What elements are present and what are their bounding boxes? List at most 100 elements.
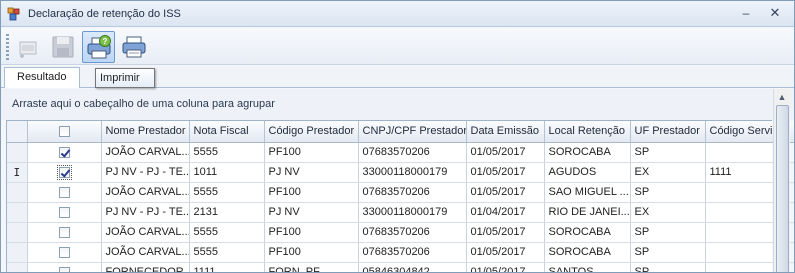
cell-codigo-prestador[interactable]: FORN_PF	[264, 262, 359, 272]
cell-local-retencao[interactable]: AGUDOS	[544, 162, 631, 183]
row-checkbox[interactable]	[58, 206, 70, 218]
app-icon	[7, 7, 21, 21]
table-row[interactable]: JOÃO CARVAL... 5555 PF100 07683570206 01/05/…	[7, 242, 794, 263]
cell-cnpj-cpf-prestador[interactable]: 33000118000179	[358, 202, 467, 223]
cell-local-retencao[interactable]: SOROCABA	[544, 222, 631, 243]
vertical-scrollbar[interactable]: ▲	[773, 89, 790, 272]
cell-local-retencao[interactable]: RIO DE JANEI...	[544, 202, 631, 223]
cell-nome-prestador[interactable]: JOÃO CARVAL...	[101, 222, 190, 243]
save-button[interactable]	[47, 31, 80, 63]
table-row[interactable]: FORNECEDOR... 1111 FORN_PF 05846304842 01/05…	[7, 262, 794, 272]
cell-local-retencao[interactable]: SAO MIGUEL ...	[544, 182, 631, 203]
scroll-thumb[interactable]	[776, 105, 789, 272]
column-header-data-emissao[interactable]: Data Emissão	[466, 121, 545, 143]
row-indicator[interactable]	[7, 182, 28, 203]
row-indicator[interactable]: I	[7, 162, 28, 183]
cell-data-emissao[interactable]: 01/05/2017	[466, 182, 545, 203]
cell-nota-fiscal[interactable]: 1111	[189, 262, 265, 272]
cell-local-retencao[interactable]: SOROCABA	[544, 242, 631, 263]
table-row[interactable]: PJ NV - PJ - TE... 2131 PJ NV 3300011800017…	[7, 202, 794, 223]
column-header-cnpj-cpf-prestador[interactable]: CNPJ/CPF Prestador	[358, 121, 467, 143]
cell-cnpj-cpf-prestador[interactable]: 07683570206	[358, 242, 467, 263]
tab-resultado[interactable]: Resultado	[4, 67, 80, 88]
cell-nota-fiscal[interactable]: 5555	[189, 222, 265, 243]
cell-nome-prestador[interactable]: FORNECEDOR...	[101, 262, 190, 272]
row-checkbox[interactable]	[58, 266, 70, 272]
cell-data-emissao[interactable]: 01/05/2017	[466, 222, 545, 243]
cell-nota-fiscal[interactable]: 5555	[189, 142, 265, 163]
cell-nome-prestador[interactable]: JOÃO CARVAL...	[101, 242, 190, 263]
scroll-up-arrow-icon[interactable]: ▲	[774, 89, 790, 105]
cell-local-retencao[interactable]: SOROCABA	[544, 142, 631, 163]
close-button[interactable]: ✕	[766, 5, 784, 21]
row-indicator[interactable]	[7, 142, 28, 163]
cell-uf-prestador[interactable]: SP	[630, 222, 706, 243]
table-row[interactable]: JOÃO CARVAL... 5555 PF100 07683570206 01/05/…	[7, 142, 794, 163]
row-select-cell[interactable]	[27, 142, 102, 163]
select-all-checkbox-header[interactable]	[27, 121, 102, 143]
cell-nota-fiscal[interactable]: 5555	[189, 182, 265, 203]
cell-nome-prestador[interactable]: JOÃO CARVAL...	[101, 142, 190, 163]
cell-data-emissao[interactable]: 01/05/2017	[466, 142, 545, 163]
cell-local-retencao[interactable]: SANTOS	[544, 262, 631, 272]
cell-codigo-prestador[interactable]: PJ NV	[264, 202, 359, 223]
row-checkbox[interactable]	[58, 146, 70, 158]
table-row[interactable]: JOÃO CARVAL... 5555 PF100 07683570206 01/05/…	[7, 222, 794, 243]
table-row[interactable]: I PJ NV - PJ - TE... 1011 PJ NV 330001180001…	[7, 162, 794, 183]
row-indicator[interactable]	[7, 202, 28, 223]
cell-codigo-prestador[interactable]: PF100	[264, 222, 359, 243]
column-header-nome-prestador[interactable]: Nome Prestador	[101, 121, 190, 143]
cell-uf-prestador[interactable]: SP	[630, 262, 706, 272]
cell-codigo-prestador[interactable]: PJ NV	[264, 162, 359, 183]
row-checkbox[interactable]	[58, 226, 70, 238]
row-select-cell[interactable]	[27, 262, 102, 272]
row-select-cell[interactable]	[27, 182, 102, 203]
column-header-nota-fiscal[interactable]: Nota Fiscal	[189, 121, 265, 143]
row-checkbox[interactable]	[56, 164, 72, 180]
cell-data-emissao[interactable]: 01/04/2017	[466, 202, 545, 223]
select-all-checkbox[interactable]	[58, 125, 70, 137]
cell-uf-prestador[interactable]: EX	[630, 202, 706, 223]
cell-cnpj-cpf-prestador[interactable]: 33000118000179	[358, 162, 467, 183]
cell-nome-prestador[interactable]: JOÃO CARVAL...	[101, 182, 190, 203]
cell-uf-prestador[interactable]: EX	[630, 162, 706, 183]
column-header-uf-prestador[interactable]: UF Prestador	[630, 121, 706, 143]
cell-nota-fiscal[interactable]: 5555	[189, 242, 265, 263]
cell-nome-prestador[interactable]: PJ NV - PJ - TE...	[101, 162, 190, 183]
cell-cnpj-cpf-prestador[interactable]: 05846304842	[358, 262, 467, 272]
cell-codigo-prestador[interactable]: PF100	[264, 182, 359, 203]
cell-data-emissao[interactable]: 01/05/2017	[466, 262, 545, 272]
row-indicator[interactable]	[7, 242, 28, 263]
minimize-button[interactable]: –	[737, 5, 755, 21]
toolbar-grip[interactable]	[6, 34, 9, 60]
cell-codigo-prestador[interactable]: PF100	[264, 142, 359, 163]
new-button[interactable]	[13, 31, 46, 63]
cell-data-emissao[interactable]: 01/05/2017	[466, 162, 545, 183]
cell-nome-prestador[interactable]: PJ NV - PJ - TE...	[101, 202, 190, 223]
row-indicator[interactable]	[7, 222, 28, 243]
print-wizard-button[interactable]: ?	[82, 31, 115, 63]
row-select-cell[interactable]	[27, 162, 102, 183]
cell-cnpj-cpf-prestador[interactable]: 07683570206	[358, 222, 467, 243]
group-panel-hint: Arraste aqui o cabeçalho de uma coluna p…	[12, 98, 275, 110]
print-button[interactable]	[118, 31, 151, 63]
row-checkbox[interactable]	[58, 246, 70, 258]
group-panel[interactable]: Arraste aqui o cabeçalho de uma coluna p…	[1, 89, 794, 120]
row-select-cell[interactable]	[27, 202, 102, 223]
row-select-cell[interactable]	[27, 242, 102, 263]
cell-codigo-prestador[interactable]: PF100	[264, 242, 359, 263]
row-select-cell[interactable]	[27, 222, 102, 243]
column-header-codigo-prestador[interactable]: Código Prestador	[264, 121, 359, 143]
cell-cnpj-cpf-prestador[interactable]: 07683570206	[358, 142, 467, 163]
cell-uf-prestador[interactable]: SP	[630, 242, 706, 263]
cell-data-emissao[interactable]: 01/05/2017	[466, 242, 545, 263]
cell-nota-fiscal[interactable]: 1011	[189, 162, 265, 183]
column-header-local-retencao[interactable]: Local Retenção	[544, 121, 631, 143]
cell-uf-prestador[interactable]: SP	[630, 142, 706, 163]
cell-uf-prestador[interactable]: SP	[630, 182, 706, 203]
row-checkbox[interactable]	[58, 186, 70, 198]
table-row[interactable]: JOÃO CARVAL... 5555 PF100 07683570206 01/05/…	[7, 182, 794, 203]
row-indicator[interactable]	[7, 262, 28, 272]
cell-nota-fiscal[interactable]: 2131	[189, 202, 265, 223]
cell-cnpj-cpf-prestador[interactable]: 07683570206	[358, 182, 467, 203]
